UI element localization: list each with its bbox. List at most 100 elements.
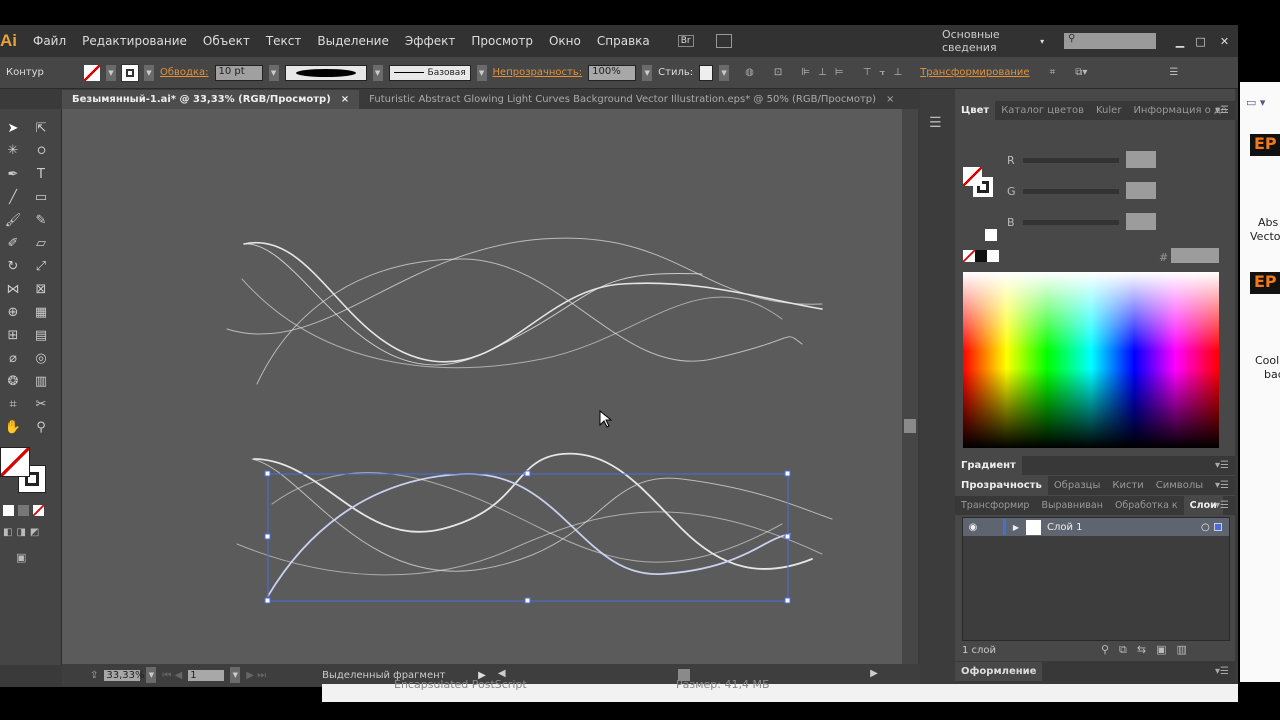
transform-link[interactable]: Трансформирование [920,67,1029,78]
hand-tool-icon[interactable]: ✋ [2,418,24,438]
file-name[interactable]: Abs [1258,216,1278,229]
fill-stroke-swatch[interactable] [963,167,993,197]
selection-indicator[interactable] [1214,523,1222,531]
stroke-label[interactable]: Обводка: [160,67,209,78]
r-value-input[interactable] [1126,151,1156,168]
file-name[interactable]: Vecto [1250,230,1280,243]
none-black-white-swatches[interactable] [963,250,999,262]
eyedropper-icon[interactable]: ⌀ [2,349,24,369]
close-tab-icon[interactable]: × [341,94,349,105]
tab-swatches[interactable]: Образцы [1048,476,1107,495]
opacity-input[interactable]: 100% [588,64,637,81]
stroke-swatch[interactable] [121,63,139,82]
zoom-dropdown[interactable]: ▼ [146,667,157,683]
tab-transform[interactable]: Трансформир [955,496,1035,515]
artboard-dropdown[interactable]: ▼ [230,667,241,683]
selection-tool-icon[interactable]: ➤ [2,119,24,139]
symbol-sprayer-icon[interactable]: ❂ [2,372,24,392]
search-input[interactable]: ⚲ [1064,33,1156,49]
tab-transparency[interactable]: Прозрачность [955,476,1048,495]
opacity-label[interactable]: Непрозрачность: [493,67,583,78]
menu-object[interactable]: Объект [195,34,258,48]
arrange-documents-button[interactable] [715,34,732,48]
tab-pathfinder[interactable]: Обработка к [1109,496,1184,515]
gradient-tool-icon[interactable]: ▤ [30,326,52,346]
arrange-icon[interactable]: ⧉▾ [1075,67,1087,78]
panel-menu-icon[interactable]: ▾☰ [1215,105,1229,116]
mesh-tool-icon[interactable]: ⊞ [2,326,24,346]
minimize-button[interactable]: ▁ [1170,35,1191,48]
tab-align[interactable]: Выравниван [1035,496,1109,515]
recolor-icon[interactable]: ◍ [745,67,754,78]
panel-menu-icon[interactable]: ☰ [1169,67,1178,78]
tab-kuler[interactable]: Kuler [1090,101,1127,120]
direct-selection-tool-icon[interactable]: ⇱ [30,119,52,139]
b-value-input[interactable] [1126,213,1156,230]
tab-color[interactable]: Цвет [955,101,996,120]
stroke-weight-dropdown[interactable]: ▼ [268,64,279,81]
panel-menu-icon[interactable]: ▾☰ [1215,666,1229,677]
pencil-icon[interactable]: ✎ [30,211,52,231]
artboard-tool-icon[interactable]: ⌗ [2,395,24,415]
paintbrush-icon[interactable]: 🖌 [2,211,24,231]
view-icon[interactable]: ▭ ▾ [1246,96,1265,109]
graphic-style-swatch[interactable] [699,64,714,81]
scale-tool-icon[interactable]: ⤢ [30,257,52,277]
vertical-scrollbar[interactable] [902,109,918,664]
close-tab-icon[interactable]: × [886,94,894,105]
artboard-nav-next[interactable]: ▶ ⏭ [246,670,266,681]
close-button[interactable]: ✕ [1211,35,1238,48]
panel-menu-icon[interactable]: ▾☰ [1215,480,1229,491]
layers-footer-icons[interactable]: ⚲⧉⇆▣▥ [1101,643,1197,657]
tab-appearance[interactable]: Оформление [955,662,1043,681]
align-icons[interactable]: ⊡ ⊫⊥⊨ ⊤⫟⊥ [774,67,910,78]
menu-view[interactable]: Просмотр [463,34,541,48]
graph-tool-icon[interactable]: ▥ [30,372,52,392]
tab-swatch-libraries[interactable]: Каталог цветов [995,101,1090,120]
drawing-mode-buttons[interactable]: ◧◨◩ [3,527,43,538]
slice-tool-icon[interactable]: ✂ [30,395,52,415]
pen-tool-icon[interactable]: ✒ [2,165,24,185]
rotate-tool-icon[interactable]: ↻ [2,257,24,277]
color-mode-buttons[interactable] [3,505,44,516]
width-tool-icon[interactable]: ⋈ [2,280,24,300]
eraser-icon[interactable]: ▱ [30,234,52,254]
menu-help[interactable]: Справка [589,34,658,48]
panel-menu-icon[interactable]: ☰ [929,115,942,131]
zoom-tool-icon[interactable]: ⚲ [30,418,52,438]
free-transform-icon[interactable]: ⊠ [30,280,52,300]
target-icon[interactable]: ○ [1201,522,1215,533]
tab-brushes[interactable]: Кисти [1106,476,1149,495]
screen-mode-icon[interactable]: ▣ [16,551,26,564]
variable-width-profile[interactable]: Базовая [388,64,471,81]
stroke-weight-input[interactable]: 10 pt [214,64,263,81]
tab-gradient[interactable]: Градиент [955,456,1022,475]
artboard-number-input[interactable]: 1 [188,669,225,681]
color-spectrum[interactable] [963,272,1219,448]
panel-menu-icon[interactable]: ▾☰ [1215,500,1229,511]
menu-type[interactable]: Текст [258,34,310,48]
menu-edit[interactable]: Редактирование [74,34,195,48]
magic-wand-icon[interactable]: ✳ [2,141,24,161]
menu-effect[interactable]: Эффект [397,34,464,48]
shape-builder-icon[interactable]: ⊕ [2,303,24,323]
b-slider[interactable] [1023,220,1119,225]
stroke-dropdown[interactable]: ▼ [144,64,154,81]
line-tool-icon[interactable]: ╱ [2,188,24,208]
workspace-switcher[interactable]: Основные сведения [942,28,1034,54]
lasso-icon[interactable]: ഠ [30,141,52,161]
blob-brush-icon[interactable]: ✐ [2,234,24,254]
file-name[interactable]: Cool [1255,354,1279,367]
fill-dropdown[interactable]: ▼ [106,64,116,81]
isolate-icon[interactable]: ⌗ [1050,67,1056,78]
maximize-button[interactable]: □ [1190,35,1211,48]
opacity-dropdown[interactable]: ▼ [642,64,653,81]
menu-window[interactable]: Окно [541,34,589,48]
tab-futuristic[interactable]: Futuristic Abstract Glowing Light Curves… [359,90,904,109]
g-slider[interactable] [1023,189,1119,194]
profile-dropdown[interactable]: ▼ [476,64,487,81]
r-slider[interactable] [1023,158,1119,163]
artboard-canvas[interactable] [62,109,902,664]
expand-arrow-icon[interactable]: ▶ [1006,523,1026,532]
fill-swatch[interactable] [84,64,100,81]
